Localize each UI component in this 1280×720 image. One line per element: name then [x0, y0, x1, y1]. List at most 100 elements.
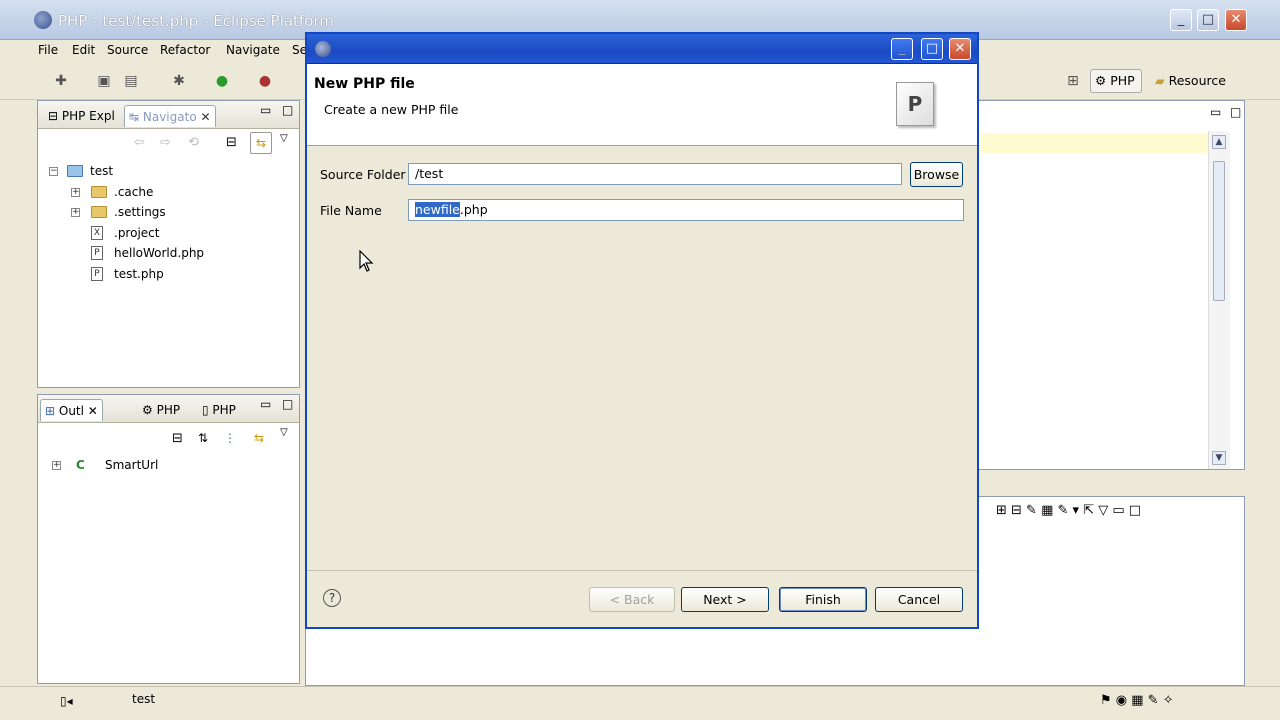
navigator-icon: ↹	[129, 110, 143, 124]
print-icon[interactable]: ▤	[122, 72, 140, 90]
class-icon: C	[76, 458, 85, 472]
file-name-label: File Name	[320, 203, 382, 218]
eclipse-icon	[34, 11, 52, 29]
tab-navigator[interactable]: ↹ Navigato ✕	[124, 105, 216, 127]
expand-icon[interactable]: +	[71, 187, 80, 197]
scroll-up-icon[interactable]: ▲	[1212, 135, 1226, 149]
link-editor-icon[interactable]: ⇆	[254, 431, 264, 445]
collapse-all-icon[interactable]: ⊟	[172, 431, 183, 446]
close-tab-icon[interactable]: ✕	[88, 404, 98, 418]
window-title: PHP - test/test.php - Eclipse Platform	[58, 12, 334, 30]
outline-tabbar: ⊞ Outl ✕ ⚙ PHP ▯ PHP ▭ □	[38, 395, 299, 423]
statusbar: ▯◂ test ⚑ ◉ ▦ ✎ ✧	[0, 686, 1280, 720]
minimize-view-icon[interactable]: ▭	[260, 397, 271, 411]
dialog-header: New PHP file Create a new PHP file P	[307, 64, 977, 146]
php-project-icon: ▯	[202, 403, 213, 417]
php-file-icon: P	[91, 246, 103, 260]
new-icon[interactable]: ✚	[52, 72, 70, 90]
file-name-extension: .php	[459, 202, 488, 217]
expand-icon[interactable]: +	[52, 461, 61, 470]
finish-button[interactable]: Finish	[779, 587, 867, 612]
debug-icon[interactable]: ✱	[170, 72, 188, 90]
dialog-minimize-button[interactable]: _	[891, 38, 913, 60]
fast-view-icon[interactable]: ▯◂	[60, 694, 73, 708]
status-icons[interactable]: ⚑ ◉ ▦ ✎ ✧	[1100, 693, 1174, 708]
tree-row[interactable]: X .project	[46, 223, 286, 243]
maximize-button[interactable]: □	[1197, 9, 1219, 31]
file-name-selection: newfile	[415, 202, 460, 217]
tab-php-functions[interactable]: ⚙ PHP	[138, 399, 184, 421]
link-editor-icon[interactable]: ⇆	[250, 132, 272, 154]
back-button[interactable]: < Back	[589, 587, 675, 612]
dialog-close-button[interactable]: ✕	[949, 38, 971, 60]
close-tab-icon[interactable]: ✕	[201, 110, 211, 124]
maximize-view-icon[interactable]: □	[282, 397, 293, 411]
menu-source[interactable]: Source	[107, 43, 148, 57]
help-icon[interactable]: ?	[323, 589, 341, 607]
tree-label: SmartUrl	[105, 458, 159, 472]
close-button[interactable]: ✕	[1225, 9, 1247, 31]
tab-outline[interactable]: ⊞ Outl ✕	[40, 399, 103, 421]
maximize-view-icon[interactable]: □	[282, 103, 293, 117]
filter-icon[interactable]: ⋮	[224, 431, 236, 445]
menu-file[interactable]: File	[38, 43, 58, 57]
save-icon[interactable]: ▣	[95, 72, 113, 90]
minimize-view-icon[interactable]: ▭	[260, 103, 271, 117]
expand-icon[interactable]: +	[71, 208, 80, 217]
view-menu-icon[interactable]: ▽	[280, 133, 288, 144]
source-folder-label: Source Folder	[320, 167, 406, 182]
resource-perspective-icon: ▰	[1155, 73, 1169, 88]
external-tools-icon[interactable]: ●	[256, 72, 274, 90]
tree-label: test	[90, 164, 114, 178]
dialog-maximize-button[interactable]: □	[921, 38, 943, 60]
maximize-view-icon[interactable]: □	[1230, 105, 1241, 119]
tree-label: .settings	[114, 205, 166, 219]
current-line-highlight	[980, 133, 1208, 153]
eclipse-icon	[315, 41, 331, 57]
nav-up-icon[interactable]: ⟲	[188, 135, 199, 150]
dialog-titlebar: _ □ ✕	[307, 34, 977, 64]
outline-icon: ⊞	[45, 404, 59, 418]
collapse-all-icon[interactable]: ⊟	[226, 135, 237, 150]
perspective-php[interactable]: ⚙ PHP	[1090, 69, 1142, 93]
open-perspective-icon[interactable]: ⊞	[1064, 72, 1082, 90]
tree-label: test.php	[114, 266, 164, 281]
tree-row[interactable]: + .cache	[46, 182, 286, 202]
toolbar-icons-bottom[interactable]: ⊞ ⊟ ✎ ▦ ✎ ▾ ⇱ ▽ ▭ □	[996, 503, 1141, 518]
tree-row[interactable]: PhelloWorld.php	[46, 243, 286, 263]
menu-edit[interactable]: Edit	[72, 43, 95, 57]
php-perspective-icon: ⚙	[1095, 73, 1111, 88]
cancel-button[interactable]: Cancel	[875, 587, 963, 612]
browse-button[interactable]: Browse	[910, 162, 963, 187]
view-menu-icon[interactable]: ▽	[280, 427, 288, 438]
editor-vscroll[interactable]: ▲ ▼	[1208, 131, 1230, 469]
menu-refactor[interactable]: Refactor	[160, 43, 210, 57]
minimize-button[interactable]: _	[1170, 9, 1192, 31]
tab-php-project[interactable]: ▯ PHP	[198, 399, 240, 421]
run-icon[interactable]: ●	[213, 72, 231, 90]
php-explorer-icon: ⊟	[48, 109, 62, 123]
tree-row[interactable]: − test	[46, 161, 286, 181]
folder-icon	[91, 206, 107, 218]
perspective-resource[interactable]: ▰ Resource	[1150, 69, 1233, 93]
php-file-wizard-icon: P	[896, 82, 934, 126]
minimize-view-icon[interactable]: ▭	[1210, 105, 1221, 119]
nav-forward-icon[interactable]: ⇨	[160, 135, 171, 150]
dialog-separator	[307, 570, 977, 571]
menu-navigate[interactable]: Navigate	[226, 43, 280, 57]
next-button[interactable]: Next >	[681, 587, 769, 612]
dialog-description: Create a new PHP file	[324, 102, 459, 117]
status-text: test	[132, 692, 156, 706]
tree-row[interactable]: + .settings	[46, 202, 286, 222]
navigator-tabbar: ⊟ PHP Expl ↹ Navigato ✕ ▭ □	[38, 101, 299, 129]
expand-icon[interactable]: −	[49, 167, 58, 176]
file-name-input[interactable]: newfile.php	[408, 199, 964, 221]
tree-label: helloWorld.php	[114, 246, 205, 260]
scroll-down-icon[interactable]: ▼	[1212, 451, 1226, 465]
tab-php-explorer[interactable]: ⊟ PHP Expl	[44, 105, 119, 127]
sort-icon[interactable]: ⇅	[198, 431, 208, 445]
source-folder-input[interactable]: /test	[408, 163, 902, 185]
nav-back-icon[interactable]: ⇦	[134, 135, 145, 150]
tree-row[interactable]: Ptest.php	[46, 264, 286, 284]
scroll-thumb[interactable]	[1213, 161, 1225, 301]
